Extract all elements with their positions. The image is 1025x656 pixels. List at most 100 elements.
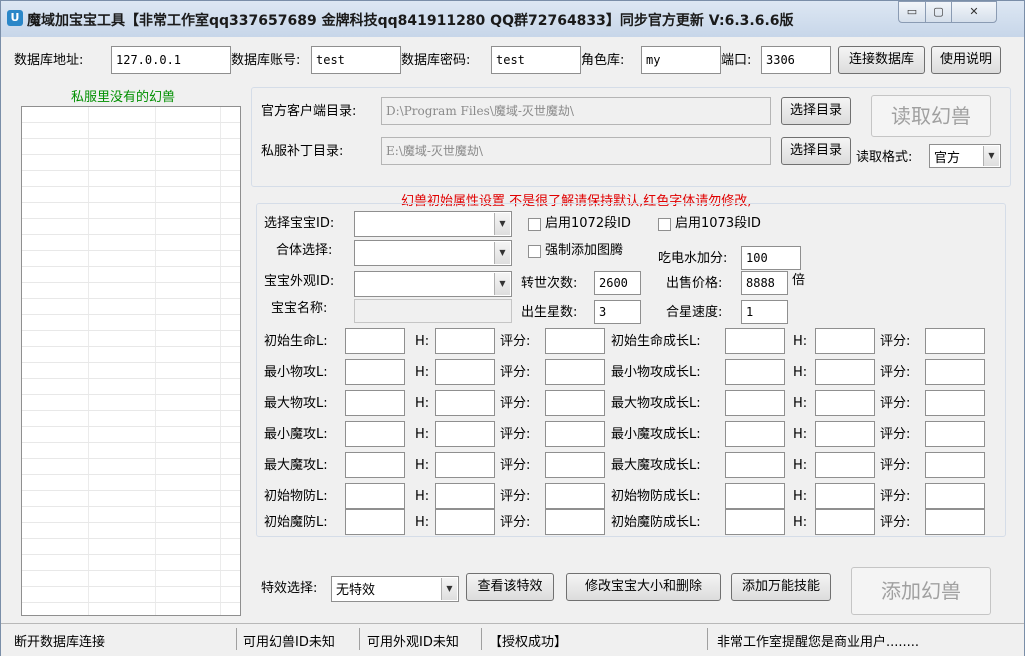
stat-right-high-input[interactable] <box>815 359 875 385</box>
close-button[interactable]: ✕ <box>951 1 997 23</box>
chevron-down-icon[interactable]: ▼ <box>494 273 510 295</box>
stat-left-score-input[interactable] <box>545 452 605 478</box>
enable-1072-checkbox[interactable] <box>528 218 541 231</box>
resize-delete-pet-button[interactable]: 修改宝宝大小和删除 <box>566 573 721 601</box>
missing-pets-list[interactable] <box>21 106 241 616</box>
chevron-down-icon[interactable]: ▼ <box>494 213 510 235</box>
price-unit: 倍 <box>792 273 806 288</box>
stat-right-low-input[interactable] <box>725 359 785 385</box>
stat-left-low-input[interactable] <box>345 359 405 385</box>
stat-left-high-input[interactable] <box>435 359 495 385</box>
list-grid-row <box>22 571 240 587</box>
patch-dir-label: 私服补丁目录: <box>261 144 344 159</box>
db-user-input[interactable]: test <box>311 46 401 74</box>
electric-input[interactable]: 100 <box>741 246 801 270</box>
help-button[interactable]: 使用说明 <box>931 46 1001 74</box>
star-input[interactable]: 3 <box>594 300 641 324</box>
stat-left-score-input[interactable] <box>545 421 605 447</box>
stat-left-low-input[interactable] <box>345 390 405 416</box>
stat-right-low-input[interactable] <box>725 390 785 416</box>
enable-1073-checkbox[interactable] <box>658 218 671 231</box>
stat-left-high-input[interactable] <box>435 421 495 447</box>
stat-h-label: H: <box>793 365 808 380</box>
client-dir-label: 官方客户端目录: <box>261 104 357 119</box>
role-db-input[interactable]: my <box>641 46 721 74</box>
effect-select[interactable]: 无特效 ▼ <box>331 576 459 602</box>
stat-left-score-input[interactable] <box>545 328 605 354</box>
stat-left-high-input[interactable] <box>435 509 495 535</box>
stat-right-high-input[interactable] <box>815 328 875 354</box>
stat-right-score-input[interactable] <box>925 328 985 354</box>
stat-right-high-input[interactable] <box>815 390 875 416</box>
chevron-down-icon[interactable]: ▼ <box>983 146 999 166</box>
add-universal-skill-button[interactable]: 添加万能技能 <box>731 573 831 601</box>
combine-label: 合体选择: <box>276 243 333 258</box>
read-format-value: 官方 <box>934 151 961 166</box>
db-password-input[interactable]: test <box>491 46 581 74</box>
stat-left-score-input[interactable] <box>545 390 605 416</box>
stat-right-score-input[interactable] <box>925 421 985 447</box>
add-pet-button[interactable]: 添加幻兽 <box>851 567 991 615</box>
price-input[interactable]: 8888 <box>741 271 788 295</box>
stat-h-label: H: <box>793 515 808 530</box>
read-format-select[interactable]: 官方 ▼ <box>929 144 1001 168</box>
stat-score-label: 评分: <box>880 489 911 504</box>
enable-1072-label: 启用1072段ID <box>545 216 631 231</box>
stat-right-high-input[interactable] <box>815 483 875 509</box>
stat-right-high-input[interactable] <box>815 421 875 447</box>
stat-left-low-input[interactable] <box>345 483 405 509</box>
stat-right-score-input[interactable] <box>925 390 985 416</box>
select-patch-dir-button[interactable]: 选择目录 <box>781 137 851 165</box>
patch-dir-input[interactable]: E:\魔域-灭世魔劫\ <box>381 137 771 165</box>
db-address-input[interactable]: 127.0.0.1 <box>111 46 231 74</box>
stat-left-score-input[interactable] <box>545 359 605 385</box>
stat-right-score-input[interactable] <box>925 452 985 478</box>
merge-speed-input[interactable]: 1 <box>741 300 788 324</box>
stat-left-low-input[interactable] <box>345 421 405 447</box>
rebirth-input[interactable]: 2600 <box>594 271 641 295</box>
maximize-button[interactable]: ▢ <box>925 1 952 23</box>
stat-left-high-input[interactable] <box>435 390 495 416</box>
connect-db-button[interactable]: 连接数据库 <box>838 46 925 74</box>
stat-right-score-input[interactable] <box>925 359 985 385</box>
stat-right-score-input[interactable] <box>925 483 985 509</box>
stat-right-low-input[interactable] <box>725 328 785 354</box>
pet-name-input[interactable] <box>354 299 512 323</box>
chevron-down-icon[interactable]: ▼ <box>441 578 457 600</box>
stat-right-low-input[interactable] <box>725 483 785 509</box>
stat-h-label: H: <box>793 427 808 442</box>
minimize-button[interactable]: ▭ <box>898 1 926 23</box>
status-separator <box>359 628 360 650</box>
force-totem-checkbox[interactable] <box>528 245 541 258</box>
stat-left-score-input[interactable] <box>545 509 605 535</box>
stat-right-high-input[interactable] <box>815 509 875 535</box>
stat-left-score-input[interactable] <box>545 483 605 509</box>
client-dir-input[interactable]: D:\Program Files\魔域-灭世魔劫\ <box>381 97 771 125</box>
read-pets-button[interactable]: 读取幻兽 <box>871 95 991 137</box>
stat-h-label: H: <box>415 334 430 349</box>
stat-right-score-input[interactable] <box>925 509 985 535</box>
stat-left-low-input[interactable] <box>345 328 405 354</box>
status-pet-id: 可用幻兽ID未知 <box>243 635 335 650</box>
pet-id-select[interactable]: ▼ <box>354 211 512 237</box>
stat-right-low-input[interactable] <box>725 421 785 447</box>
stat-left-high-input[interactable] <box>435 328 495 354</box>
stat-left-high-input[interactable] <box>435 452 495 478</box>
stat-left-low-input[interactable] <box>345 509 405 535</box>
list-grid-row <box>22 539 240 555</box>
chevron-down-icon[interactable]: ▼ <box>494 242 510 264</box>
stat-right-low-input[interactable] <box>725 452 785 478</box>
combine-select[interactable]: ▼ <box>354 240 512 266</box>
stat-right-low-input[interactable] <box>725 509 785 535</box>
stat-left-high-input[interactable] <box>435 483 495 509</box>
stat-right-high-input[interactable] <box>815 452 875 478</box>
port-input[interactable]: 3306 <box>761 46 831 74</box>
view-effect-button[interactable]: 查看该特效 <box>466 573 554 601</box>
select-client-dir-button[interactable]: 选择目录 <box>781 97 851 125</box>
price-label: 出售价格: <box>666 276 723 291</box>
look-id-select[interactable]: ▼ <box>354 271 512 297</box>
look-id-label: 宝宝外观ID: <box>264 274 335 289</box>
db-address-label: 数据库地址: <box>14 53 84 68</box>
stat-left-low-input[interactable] <box>345 452 405 478</box>
list-grid-row <box>22 219 240 235</box>
